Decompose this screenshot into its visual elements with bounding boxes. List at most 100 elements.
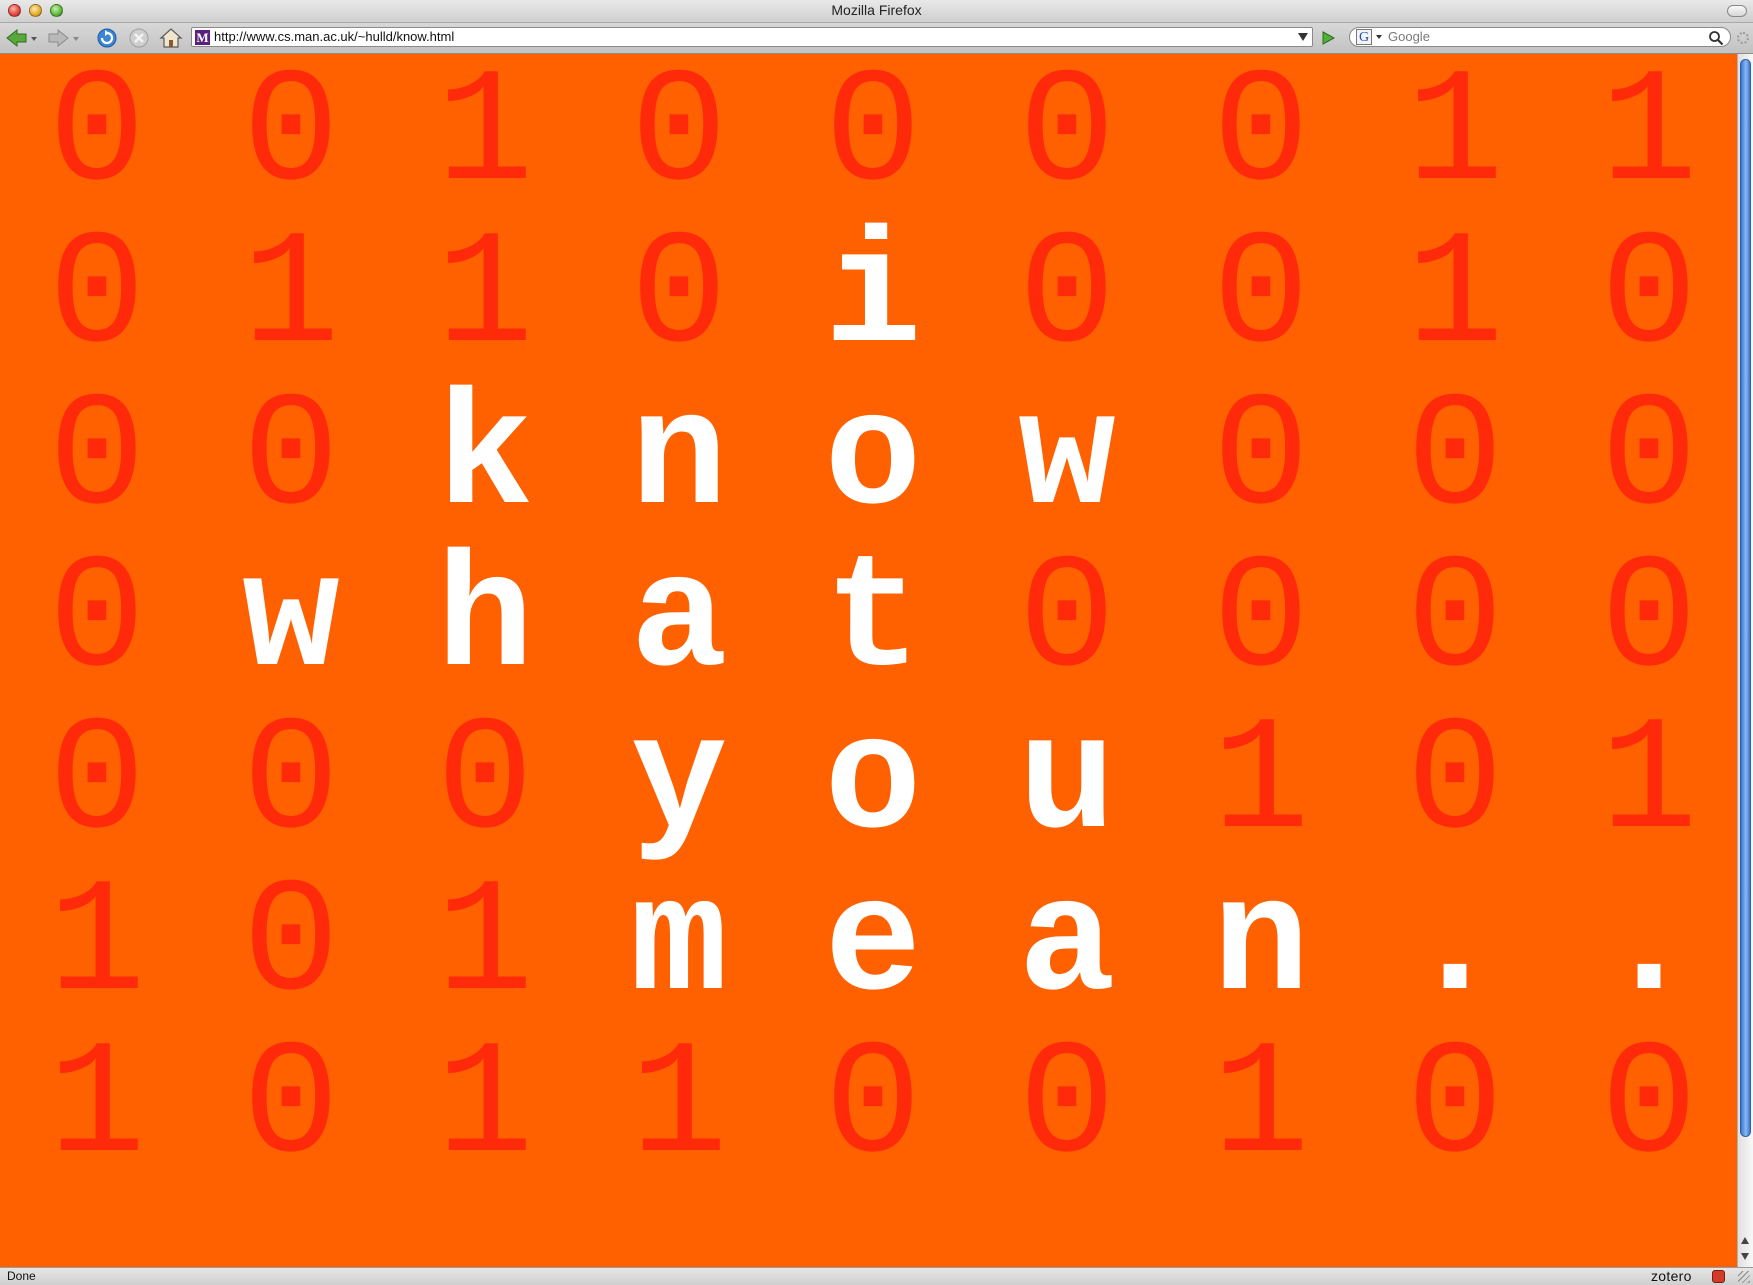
binary-digit: 0 bbox=[48, 691, 146, 875]
message-letter: n bbox=[630, 367, 728, 551]
binary-digit: 0 bbox=[242, 853, 340, 1037]
back-button[interactable] bbox=[4, 27, 38, 49]
scroll-up-arrow-icon[interactable] bbox=[1741, 1237, 1749, 1244]
scrollbar-thumb[interactable] bbox=[1740, 59, 1751, 1137]
message-letter: w bbox=[242, 529, 340, 713]
grid-row: 00know000 bbox=[0, 378, 1737, 540]
message-letter: i bbox=[824, 205, 922, 389]
binary-digit: 0 bbox=[48, 54, 146, 227]
binary-digit: 0 bbox=[1018, 205, 1116, 389]
message-letter: a bbox=[630, 529, 728, 713]
activity-throbber-icon bbox=[1737, 32, 1749, 44]
message-letter: u bbox=[1018, 691, 1116, 875]
search-input[interactable] bbox=[1388, 28, 1688, 46]
page-content: 0010000110110i001000know0000what0000000y… bbox=[0, 54, 1737, 1267]
status-text: Done bbox=[7, 1269, 36, 1283]
forward-arrow-icon bbox=[48, 28, 79, 48]
search-bar[interactable]: G bbox=[1349, 27, 1731, 47]
binary-digit: 0 bbox=[1600, 529, 1698, 713]
binary-digit: 0 bbox=[1018, 1015, 1116, 1199]
binary-digit: 0 bbox=[1600, 205, 1698, 389]
message-letter: m bbox=[630, 853, 728, 1037]
binary-digit: 1 bbox=[242, 205, 340, 389]
zotero-status-label[interactable]: zotero bbox=[1651, 1268, 1692, 1285]
binary-digit: 0 bbox=[242, 54, 340, 227]
stop-icon bbox=[129, 28, 149, 48]
message-letter: o bbox=[824, 367, 922, 551]
window-title: Mozilla Firefox bbox=[831, 2, 922, 18]
binary-digit: 0 bbox=[1600, 1015, 1698, 1199]
home-icon bbox=[159, 28, 183, 48]
binary-digit: 0 bbox=[1212, 205, 1310, 389]
scroll-down-arrow-icon[interactable] bbox=[1741, 1253, 1749, 1260]
binary-digit: 0 bbox=[48, 367, 146, 551]
grid-row: 000you101 bbox=[0, 702, 1737, 864]
binary-digit: 1 bbox=[436, 54, 534, 227]
binary-digit: 1 bbox=[436, 205, 534, 389]
grid-row: 0what0000 bbox=[0, 540, 1737, 702]
binary-digit: 1 bbox=[48, 853, 146, 1037]
back-arrow-icon bbox=[6, 28, 37, 48]
binary-digit: 0 bbox=[1018, 54, 1116, 227]
binary-digit: 0 bbox=[1406, 1015, 1504, 1199]
home-button[interactable] bbox=[159, 27, 183, 49]
binary-digit: 1 bbox=[1600, 691, 1698, 875]
binary-digit: 0 bbox=[1406, 529, 1504, 713]
binary-digit: 0 bbox=[242, 367, 340, 551]
grid-row: 0110i0010 bbox=[0, 216, 1737, 378]
search-icon[interactable] bbox=[1708, 30, 1724, 46]
binary-digit: 0 bbox=[1406, 691, 1504, 875]
binary-digit: 1 bbox=[1600, 54, 1698, 227]
grid-row: 101mean.. bbox=[0, 864, 1737, 1026]
binary-digit: 0 bbox=[1212, 367, 1310, 551]
message-letter: a bbox=[1018, 853, 1116, 1037]
go-arrow-icon bbox=[1322, 31, 1336, 45]
binary-digit: 0 bbox=[48, 205, 146, 389]
forward-button[interactable] bbox=[46, 27, 80, 49]
binary-digit: 1 bbox=[436, 853, 534, 1037]
site-favicon-icon: M bbox=[195, 30, 210, 45]
stop-button[interactable] bbox=[128, 27, 150, 49]
binary-digit: 0 bbox=[630, 54, 728, 227]
reload-button[interactable] bbox=[96, 27, 118, 49]
close-window-button[interactable] bbox=[8, 4, 21, 17]
message-letter: o bbox=[824, 691, 922, 875]
zoom-window-button[interactable] bbox=[50, 4, 63, 17]
binary-digit: 0 bbox=[1406, 367, 1504, 551]
binary-digit: 1 bbox=[1406, 205, 1504, 389]
message-letter: h bbox=[436, 529, 534, 713]
url-history-dropdown-icon[interactable] bbox=[1298, 33, 1308, 41]
search-engine-icon[interactable]: G bbox=[1356, 29, 1372, 45]
browser-window: Mozilla Firefox M http://www.cs.man.ac.u… bbox=[0, 0, 1753, 1285]
zotero-icon[interactable] bbox=[1712, 1270, 1725, 1283]
navigation-toolbar: M http://www.cs.man.ac.uk/~hulld/know.ht… bbox=[0, 23, 1753, 54]
url-bar[interactable]: M http://www.cs.man.ac.uk/~hulld/know.ht… bbox=[191, 27, 1313, 47]
binary-digit: 0 bbox=[1212, 54, 1310, 227]
binary-digit: 0 bbox=[824, 54, 922, 227]
binary-digit: 1 bbox=[1212, 691, 1310, 875]
binary-digit: 0 bbox=[824, 1015, 922, 1199]
message-letter: . bbox=[1600, 853, 1698, 1037]
status-bar: Done zotero bbox=[0, 1267, 1753, 1285]
binary-digit: 1 bbox=[630, 1015, 728, 1199]
message-letter: e bbox=[824, 853, 922, 1037]
binary-digit: 0 bbox=[1212, 529, 1310, 713]
grid-row: 101100100 bbox=[0, 1026, 1737, 1188]
binary-digit: 0 bbox=[1018, 529, 1116, 713]
search-engine-dropdown-icon[interactable] bbox=[1376, 35, 1382, 39]
binary-digit: 1 bbox=[1212, 1015, 1310, 1199]
message-letter: w bbox=[1018, 367, 1116, 551]
binary-digit: 1 bbox=[1406, 54, 1504, 227]
toolbar-toggle-button[interactable] bbox=[1727, 5, 1747, 17]
message-letter: n bbox=[1212, 853, 1310, 1037]
vertical-scrollbar[interactable] bbox=[1737, 54, 1753, 1267]
url-text[interactable]: http://www.cs.man.ac.uk/~hulld/know.html bbox=[214, 28, 454, 46]
window-resize-grip[interactable] bbox=[1738, 1271, 1750, 1283]
message-letter: . bbox=[1406, 853, 1504, 1037]
minimize-window-button[interactable] bbox=[29, 4, 42, 17]
grid-row: 001000011 bbox=[0, 54, 1737, 216]
message-letter: k bbox=[436, 367, 534, 551]
go-button[interactable] bbox=[1317, 27, 1339, 49]
binary-digit: 0 bbox=[630, 205, 728, 389]
message-letter: t bbox=[824, 529, 922, 713]
